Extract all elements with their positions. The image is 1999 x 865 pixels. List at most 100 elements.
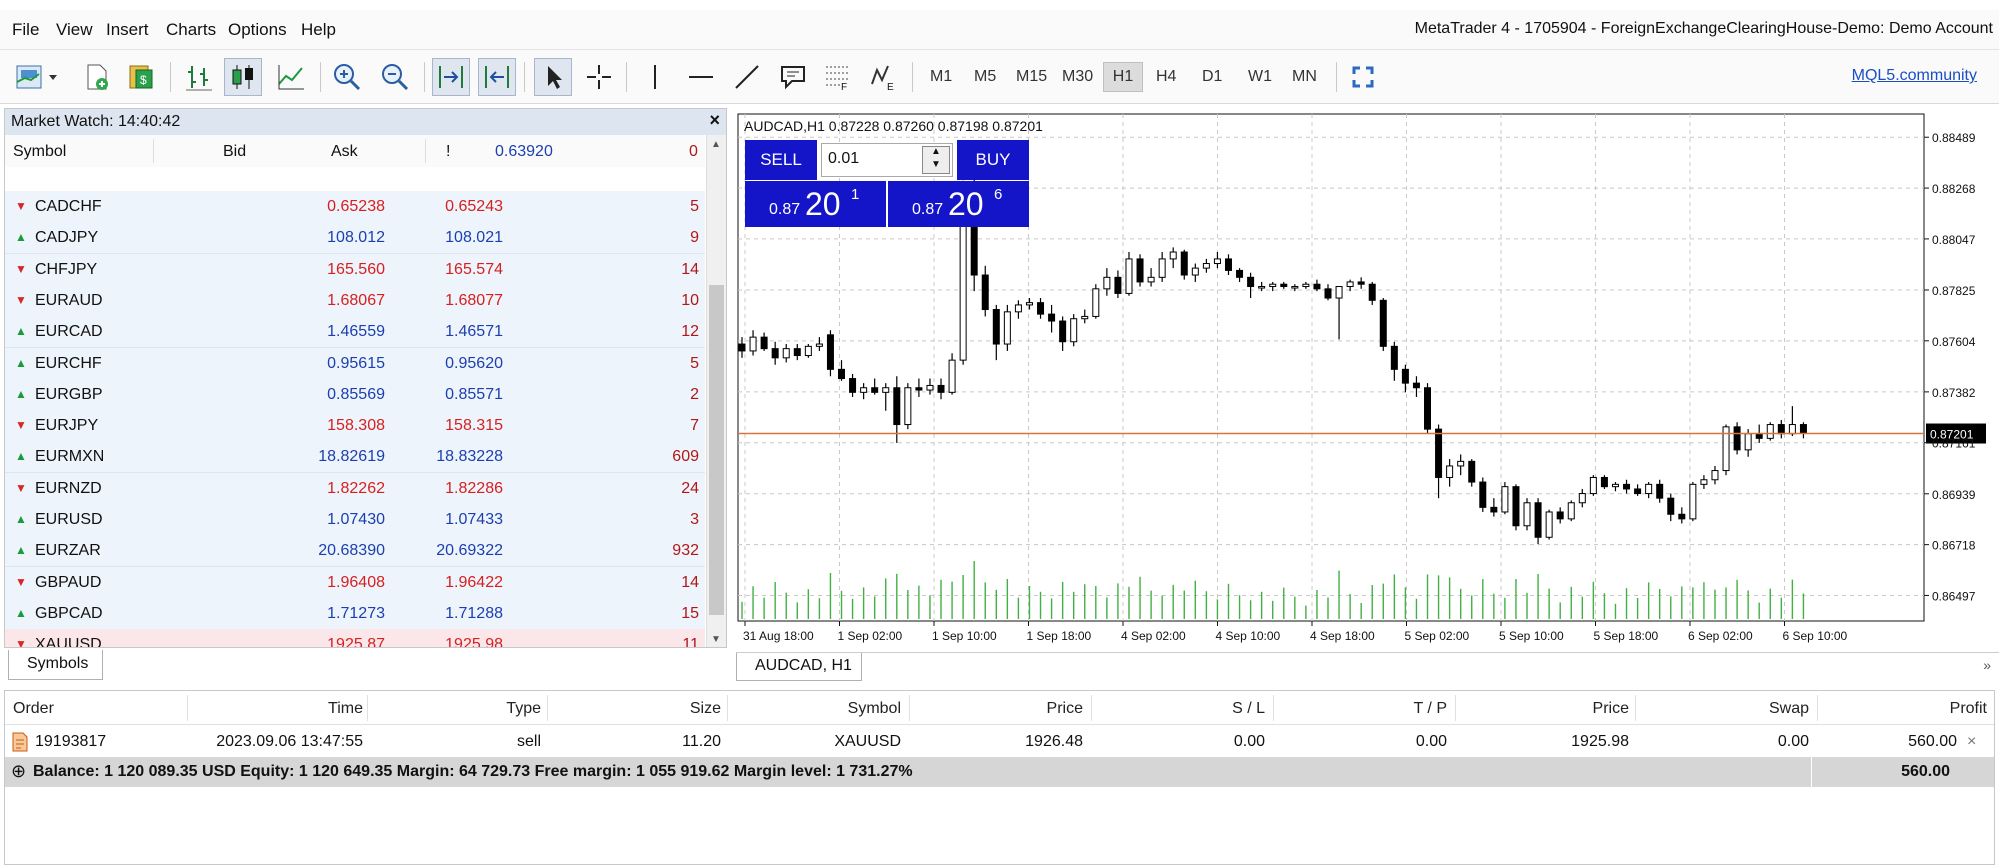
market-watch-row[interactable]: ▲ EURCAD 1.46559 1.46571 12 (5, 316, 705, 349)
crosshair-button[interactable] (580, 58, 618, 96)
balance-row: ⊕ Balance: 1 120 089.35 USD Equity: 1 12… (5, 757, 1994, 787)
column-sl[interactable]: S / L (1091, 700, 1265, 718)
timeframe-w1[interactable]: W1 (1244, 62, 1276, 92)
sell-price-button[interactable]: 0.87 20 1 (745, 181, 886, 227)
lot-size-input[interactable]: 0.01 ▲ ▼ (821, 143, 953, 177)
column-spread[interactable]: ! (446, 143, 450, 161)
market-watch-row[interactable]: ▼ GBPAUD 1.96408 1.96422 14 (5, 566, 705, 599)
scroll-up-icon[interactable]: ▲ (711, 139, 721, 150)
close-icon[interactable]: × (709, 110, 720, 131)
mql5-community-link[interactable]: MQL5.community (1852, 67, 1977, 85)
horizontal-line-button[interactable] (682, 58, 720, 96)
menu-file[interactable]: File (12, 20, 39, 40)
market-watch-row[interactable]: ▼ XAUUSD 1925.87 1925.98 11 (5, 629, 705, 648)
market-watch-row[interactable]: ▲ EURUSD 1.07430 1.07433 3 (5, 504, 705, 536)
candle-body (838, 368, 846, 380)
market-watch-row[interactable]: ▼ CADCHF 0.65238 0.65243 5 (5, 191, 705, 223)
tab-symbols[interactable]: Symbols (8, 650, 103, 680)
market-watch-row[interactable]: ▲ EURCHF 0.95615 0.95620 5 (5, 347, 705, 380)
column-tp[interactable]: T / P (1273, 700, 1448, 718)
order-tp[interactable]: 0.00 (1273, 733, 1447, 751)
cursor-button[interactable] (534, 58, 572, 96)
tab-audcad-h1[interactable]: AUDCAD, H1 (736, 653, 862, 681)
market-watch-row[interactable]: ▲ EURGBP 0.85569 0.85571 2 (5, 378, 705, 411)
market-watch-row[interactable]: ▼ EURAUD 1.68067 1.68077 10 (5, 284, 705, 317)
zoom-in-button[interactable] (328, 58, 366, 96)
order-row[interactable]: 19193817 2023.09.06 13:47:55 sell 11.20 … (5, 725, 1994, 757)
timeframe-h1[interactable]: H1 (1103, 62, 1143, 92)
column-symbol[interactable]: Symbol (727, 700, 901, 718)
zoom-out-icon (382, 64, 409, 91)
profiles-button[interactable] (78, 58, 116, 96)
elliott-button[interactable]: E (864, 58, 902, 96)
market-watch-row[interactable]: ▲ EURMXN 18.82619 18.83228 609 (5, 441, 705, 474)
candle-body (1523, 502, 1531, 527)
candle-body (1711, 470, 1719, 481)
menu-options[interactable]: Options (228, 20, 287, 40)
market-watch-scrollbar[interactable]: ▲ ▼ (706, 135, 726, 647)
symbol-name: CADCHF (35, 198, 102, 215)
column-price[interactable]: Price (909, 700, 1083, 718)
scroll-down-icon[interactable]: ▼ (711, 634, 721, 645)
balance-summary: Balance: 1 120 089.35 USD Equity: 1 120 … (33, 763, 913, 780)
column-swap[interactable]: Swap (1635, 700, 1809, 718)
more-tabs-icon[interactable]: » (1983, 657, 1991, 673)
candle-body (1501, 486, 1509, 513)
auto-scroll-button[interactable] (432, 58, 470, 96)
new-chart-button[interactable] (12, 58, 64, 96)
buy-price-button[interactable]: 0.87 20 6 (888, 181, 1029, 227)
column-time[interactable]: Time (187, 700, 363, 718)
arrow-down-icon: ▼ (15, 637, 27, 648)
menu-insert[interactable]: Insert (106, 20, 149, 40)
chevron-down-icon[interactable]: ▼ (931, 159, 941, 170)
expand-icon[interactable]: ⊕ (11, 761, 26, 782)
ask-price: 108.021 (445, 229, 503, 247)
column-size[interactable]: Size (547, 700, 721, 718)
bar-chart-button[interactable] (180, 58, 218, 96)
fullscreen-button[interactable] (1344, 58, 1382, 96)
candle-body (1700, 479, 1708, 485)
close-order-icon[interactable]: × (1967, 733, 1976, 751)
column-current-price[interactable]: Price (1455, 700, 1629, 718)
market-watch-row[interactable]: ▼ EURJPY 158.308 158.315 7 (5, 410, 705, 443)
zoom-out-button[interactable] (376, 58, 414, 96)
column-order[interactable]: Order (13, 700, 54, 718)
market-watch-row[interactable]: ▼ EURNZD 1.82262 1.82286 24 (5, 472, 705, 505)
column-type[interactable]: Type (367, 700, 541, 718)
terminal-header: Order Time Type Size Symbol Price S / L … (5, 691, 1994, 725)
vertical-line-button[interactable] (636, 58, 674, 96)
candlestick-chart-button[interactable] (224, 58, 262, 96)
menu-view[interactable]: View (56, 20, 93, 40)
sell-button[interactable]: SELL (745, 140, 817, 180)
column-ask[interactable]: Ask (331, 143, 358, 161)
timeframe-m15[interactable]: M15 (1012, 62, 1051, 92)
timeframe-mn[interactable]: MN (1288, 62, 1321, 92)
menu-help[interactable]: Help (301, 20, 336, 40)
fibonacci-button[interactable]: F (818, 58, 856, 96)
line-chart-button[interactable] (272, 58, 310, 96)
order-sl[interactable]: 0.00 (1091, 733, 1265, 751)
timeframe-h4[interactable]: H4 (1152, 62, 1180, 92)
market-watch-row[interactable]: ▲ GBPCAD 1.71273 1.71288 15 (5, 597, 705, 630)
order-swap: 0.00 (1777, 733, 1809, 750)
scrollbar-thumb[interactable] (709, 285, 724, 615)
timeframe-m1[interactable]: M1 (926, 62, 956, 92)
column-profit[interactable]: Profit (1817, 700, 1987, 718)
market-watch-row[interactable]: ▲ EURZAR 20.68390 20.69322 932 (5, 535, 705, 568)
chart-shift-button[interactable] (478, 58, 516, 96)
market-watch-button[interactable]: $ (122, 58, 160, 96)
buy-button[interactable]: BUY (957, 140, 1029, 180)
text-label-button[interactable] (774, 58, 812, 96)
market-watch-row[interactable]: ▲ CADJPY 108.012 108.021 9 (5, 222, 705, 255)
timeframe-d1[interactable]: D1 (1198, 62, 1226, 92)
menu-charts[interactable]: Charts (166, 20, 216, 40)
lot-size-value: 0.01 (828, 150, 860, 167)
market-watch-row[interactable]: ▼ CHFJPY 165.560 165.574 14 (5, 253, 705, 286)
column-symbol[interactable]: Symbol (13, 143, 66, 161)
chevron-up-icon[interactable]: ▲ (931, 146, 941, 157)
timeframe-m5[interactable]: M5 (970, 62, 1000, 92)
lot-size-stepper[interactable]: ▲ ▼ (922, 146, 950, 174)
trendline-button[interactable] (728, 58, 766, 96)
column-bid[interactable]: Bid (223, 143, 246, 161)
timeframe-m30[interactable]: M30 (1058, 62, 1097, 92)
